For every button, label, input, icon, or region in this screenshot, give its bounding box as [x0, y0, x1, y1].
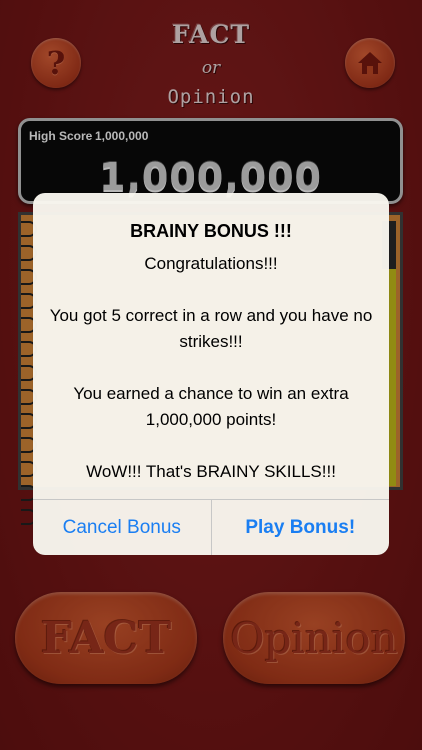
alert-line-streak: You got 5 correct in a row and you have … — [49, 306, 373, 351]
alert-line-chance: You earned a chance to win an extra 1,00… — [73, 384, 349, 429]
alert-line-wow: WoW!!! That's BRAINY SKILLS!!! — [86, 462, 336, 481]
alert-line-congrats: Congratulations!!! — [144, 254, 278, 273]
alert-button-row: Cancel Bonus Play Bonus! — [33, 499, 389, 555]
play-bonus-button[interactable]: Play Bonus! — [212, 500, 390, 555]
bonus-alert: BRAINY BONUS !!! Congratulations!!! You … — [33, 193, 389, 555]
alert-title: BRAINY BONUS !!! — [130, 221, 292, 241]
cancel-bonus-button[interactable]: Cancel Bonus — [33, 500, 212, 555]
alert-message: Congratulations!!! You got 5 correct in … — [47, 251, 375, 485]
